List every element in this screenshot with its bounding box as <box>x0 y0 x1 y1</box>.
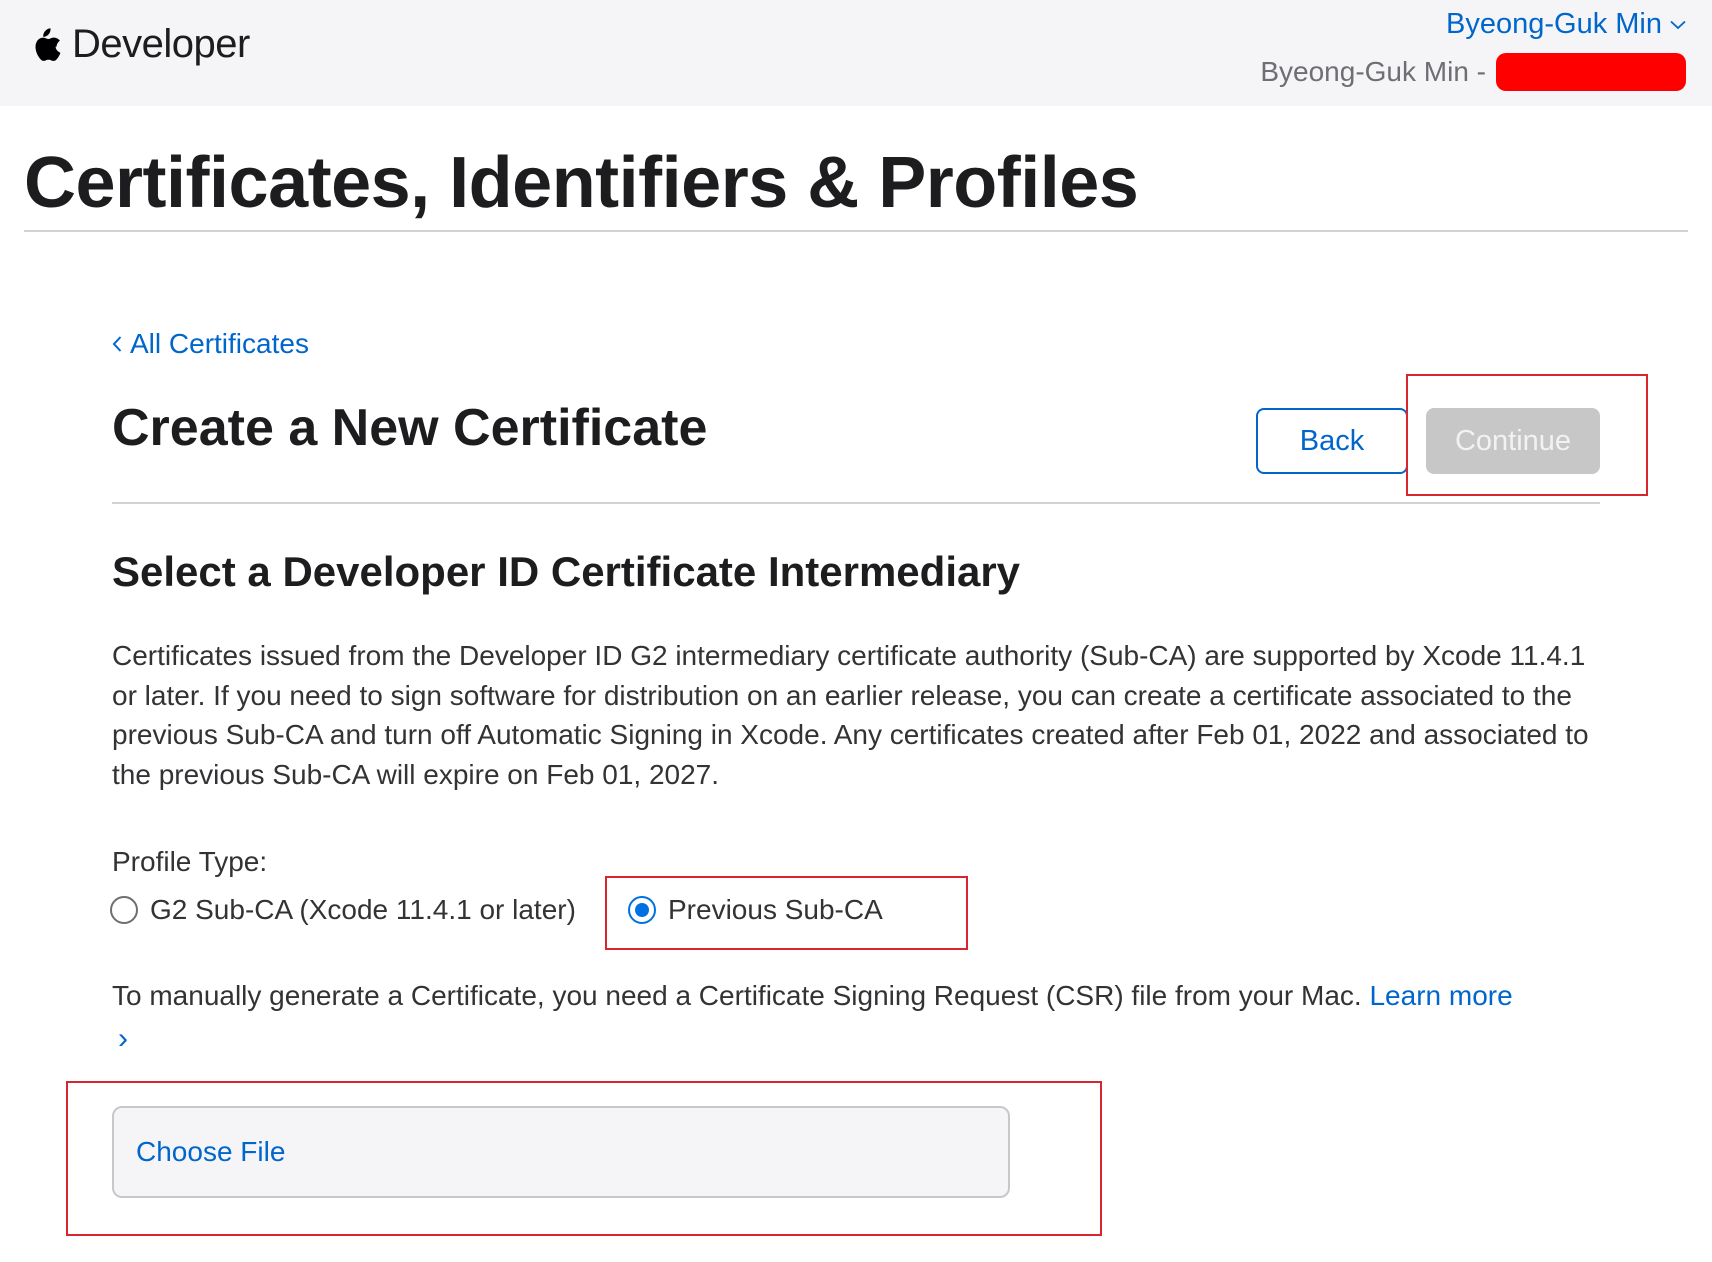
page-title: Certificates, Identifiers & Profiles <box>24 143 1139 223</box>
radio-button-selected[interactable] <box>628 896 656 924</box>
global-header: Developer Byeong-Guk Min Byeong-Guk Min … <box>0 0 1712 106</box>
user-name: Byeong-Guk Min <box>1446 8 1662 40</box>
user-menu-button[interactable]: Byeong-Guk Min <box>1446 8 1686 41</box>
csr-instructions: To manually generate a Certificate, you … <box>112 976 1612 1016</box>
title-divider <box>24 230 1688 232</box>
file-upload-field[interactable]: Choose File <box>112 1106 1010 1198</box>
learn-more-link[interactable]: Learn more <box>1369 980 1512 1011</box>
profile-type-label: Profile Type: <box>112 846 268 877</box>
brand-label: Developer <box>72 22 250 66</box>
all-certificates-link[interactable]: All Certificates <box>112 328 309 360</box>
continue-button[interactable]: Continue <box>1426 408 1600 474</box>
option-previous-sub-ca[interactable]: Previous Sub-CA <box>628 894 883 926</box>
team-name: Byeong-Guk Min - <box>1260 56 1486 87</box>
developer-logo[interactable]: Developer <box>26 22 250 67</box>
option-label: Previous Sub-CA <box>668 894 883 925</box>
choose-file-button[interactable]: Choose File <box>136 1136 285 1168</box>
all-certificates-label: All Certificates <box>130 328 309 359</box>
redaction-box <box>1496 53 1686 91</box>
intermediary-heading: Select a Developer ID Certificate Interm… <box>112 548 1021 595</box>
csr-text: To manually generate a Certificate, you … <box>112 980 1362 1011</box>
radio-button[interactable] <box>110 896 138 924</box>
option-g2-sub-ca[interactable]: G2 Sub-CA (Xcode 11.4.1 or later) <box>110 894 576 926</box>
back-button[interactable]: Back <box>1256 408 1408 474</box>
chevron-right-icon[interactable]: › <box>118 1022 128 1056</box>
section-title: Create a New Certificate <box>112 399 708 457</box>
option-label: G2 Sub-CA (Xcode 11.4.1 or later) <box>150 894 576 925</box>
chevron-down-icon <box>1670 20 1686 29</box>
apple-icon <box>35 27 61 61</box>
intermediary-description: Certificates issued from the Developer I… <box>112 640 1589 790</box>
account-area: Byeong-Guk Min Byeong-Guk Min - <box>1260 8 1686 91</box>
team-line: Byeong-Guk Min - <box>1260 53 1686 91</box>
content-divider <box>112 502 1600 504</box>
chevron-left-icon <box>112 336 122 352</box>
